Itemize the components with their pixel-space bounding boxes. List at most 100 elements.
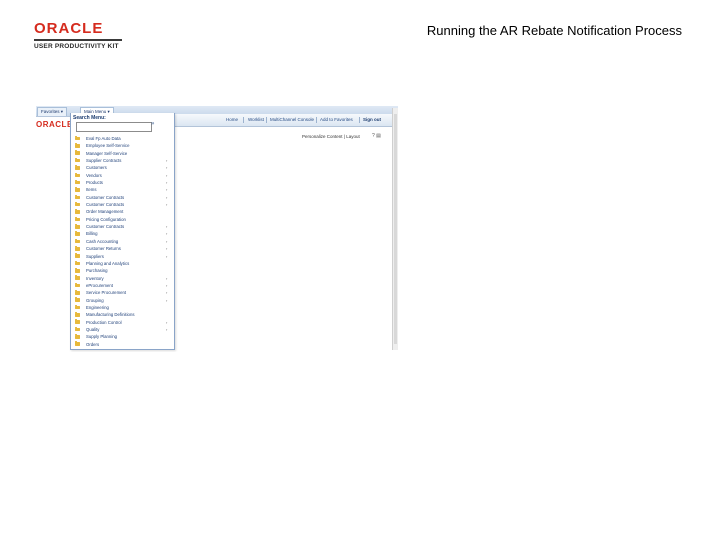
add-to-favorites-link[interactable]: Add to Favorites xyxy=(320,117,353,122)
search-go-icon[interactable]: » xyxy=(151,121,154,127)
menu-item[interactable]: Products › xyxy=(71,179,174,186)
menu-item-label: Program Management xyxy=(86,348,129,350)
folder-icon xyxy=(75,165,80,170)
folder-icon xyxy=(75,157,80,163)
menu-item[interactable]: Supplier Contracts › xyxy=(71,157,174,164)
menu-item-label: Manager Self-Service xyxy=(86,150,128,156)
menu-item[interactable]: Manager Self-Service xyxy=(71,150,174,157)
menu-item[interactable]: Inventory › xyxy=(71,275,174,282)
scrollbar-thumb[interactable] xyxy=(394,114,397,344)
worklist-link[interactable]: Worklist xyxy=(248,117,264,122)
folder-icon xyxy=(75,187,80,192)
personalize-content-link[interactable]: Personalize Content | Layout xyxy=(302,134,360,139)
menu-item-label: Vendors xyxy=(86,172,102,178)
folder-icon xyxy=(75,150,80,156)
tab-favorites[interactable]: Favorites ▾ xyxy=(37,107,68,116)
menu-item-label: Engineering xyxy=(86,304,109,310)
menu-item[interactable]: Items › xyxy=(71,186,174,193)
folder-icon xyxy=(75,282,80,288)
folder-icon xyxy=(75,135,80,141)
menu-item[interactable]: Eval Fp Auto Data xyxy=(71,135,174,142)
menu-item[interactable]: Purchasing xyxy=(71,267,174,274)
folder-icon xyxy=(75,334,80,339)
submenu-arrow-icon: › xyxy=(166,187,168,193)
menu-item-label: eProcurement xyxy=(86,282,113,288)
submenu-arrow-icon: › xyxy=(166,246,168,252)
menu-item-label: Inventory xyxy=(86,275,104,281)
home-link[interactable]: Home xyxy=(226,117,238,122)
menu-item[interactable]: Customer Contracts › xyxy=(71,194,174,201)
menu-item-label: Planning and Analytics xyxy=(86,260,130,266)
folder-icon xyxy=(75,268,80,273)
submenu-arrow-icon: › xyxy=(166,224,168,230)
menu-item-label: Supplier Contracts xyxy=(86,158,122,164)
submenu-arrow-icon: › xyxy=(166,165,168,171)
page-title: Running the AR Rebate Notification Proce… xyxy=(426,23,682,38)
menu-item[interactable]: Customer Returns › xyxy=(71,245,174,252)
folder-icon xyxy=(75,238,80,244)
folder-icon xyxy=(75,275,80,280)
menu-item-label: Customer Returns xyxy=(86,246,121,252)
folder-icon xyxy=(75,341,80,347)
menu-item-label: Production Control xyxy=(86,319,122,325)
menu-item-label: Purchasing xyxy=(86,268,108,274)
menu-item[interactable]: Grouping › xyxy=(71,297,174,304)
menu-item[interactable]: Manufacturing Definitions xyxy=(71,311,174,318)
submenu-arrow-icon: › xyxy=(166,290,168,296)
header-nav-bar: Home Worklist MultiChannel Console Add t… xyxy=(170,114,394,127)
folder-icon xyxy=(75,216,80,222)
menu-item[interactable]: eProcurement › xyxy=(71,282,174,289)
submenu-arrow-icon: › xyxy=(166,253,168,259)
multichannel-console-link[interactable]: MultiChannel Console xyxy=(270,117,314,122)
menu-item[interactable]: Billing › xyxy=(71,230,174,237)
sign-out-link[interactable]: Sign out xyxy=(363,117,381,122)
menu-item-label: Orders xyxy=(86,341,100,347)
nav-divider xyxy=(316,117,317,123)
folder-icon xyxy=(75,312,80,317)
menu-item[interactable]: Customer Contracts › xyxy=(71,201,174,208)
menu-item[interactable]: Supply Planning xyxy=(71,333,174,340)
menu-item-label: Quality xyxy=(86,326,100,332)
menu-item[interactable]: Engineering xyxy=(71,304,174,311)
folder-icon xyxy=(75,231,80,236)
menu-item[interactable]: Employee Self-Service xyxy=(71,142,174,149)
submenu-arrow-icon: › xyxy=(166,282,168,288)
menu-item-label: Customer Contracts xyxy=(86,194,125,200)
folder-icon xyxy=(75,209,80,214)
menu-item-label: Items xyxy=(86,187,97,193)
menu-item[interactable]: Suppliers › xyxy=(71,253,174,260)
menu-item-label: Billing xyxy=(86,231,98,237)
menu-item[interactable]: Planning and Analytics xyxy=(71,260,174,267)
submenu-arrow-icon: › xyxy=(166,158,168,164)
application-screenshot: Favorites ▾ Main Menu ▾ ORACLE Home Work… xyxy=(36,106,398,352)
folder-icon xyxy=(75,260,80,266)
page-scrollbar[interactable] xyxy=(392,108,398,350)
menu-item-label: Pricing Configuration xyxy=(86,216,126,222)
folder-icon xyxy=(75,304,80,310)
submenu-arrow-icon: › xyxy=(166,202,168,208)
folder-icon xyxy=(75,201,80,207)
menu-item[interactable]: Quality › xyxy=(71,326,174,333)
logo-divider xyxy=(34,39,122,41)
search-menu-input[interactable] xyxy=(76,122,152,132)
folder-icon xyxy=(75,246,80,251)
menu-list: Eval Fp Auto Data Employee Self-Service Ma… xyxy=(71,135,174,350)
menu-item[interactable]: Order Management xyxy=(71,208,174,215)
menu-item[interactable]: Production Control › xyxy=(71,319,174,326)
menu-item[interactable]: Service Procurement › xyxy=(71,289,174,296)
menu-item-label: Products xyxy=(86,180,103,186)
menu-item-label: Manufacturing Definitions xyxy=(86,312,135,318)
menu-item[interactable]: Pricing Configuration xyxy=(71,216,174,223)
help-icon[interactable]: ? ▤ xyxy=(372,133,381,139)
menu-item[interactable]: Customers › xyxy=(71,164,174,171)
folder-icon xyxy=(75,290,80,295)
menu-item[interactable]: Orders xyxy=(71,341,174,348)
menu-item[interactable]: Vendors › xyxy=(71,172,174,179)
submenu-arrow-icon: › xyxy=(166,194,168,200)
menu-item[interactable]: Customer Contracts › xyxy=(71,223,174,230)
menu-item-label: Employee Self-Service xyxy=(86,143,130,149)
submenu-arrow-icon: › xyxy=(166,297,168,303)
menu-item[interactable]: Program Management › xyxy=(71,348,174,350)
menu-item-label: Eval Fp Auto Data xyxy=(86,136,121,141)
menu-item[interactable]: Cash Accounting › xyxy=(71,238,174,245)
